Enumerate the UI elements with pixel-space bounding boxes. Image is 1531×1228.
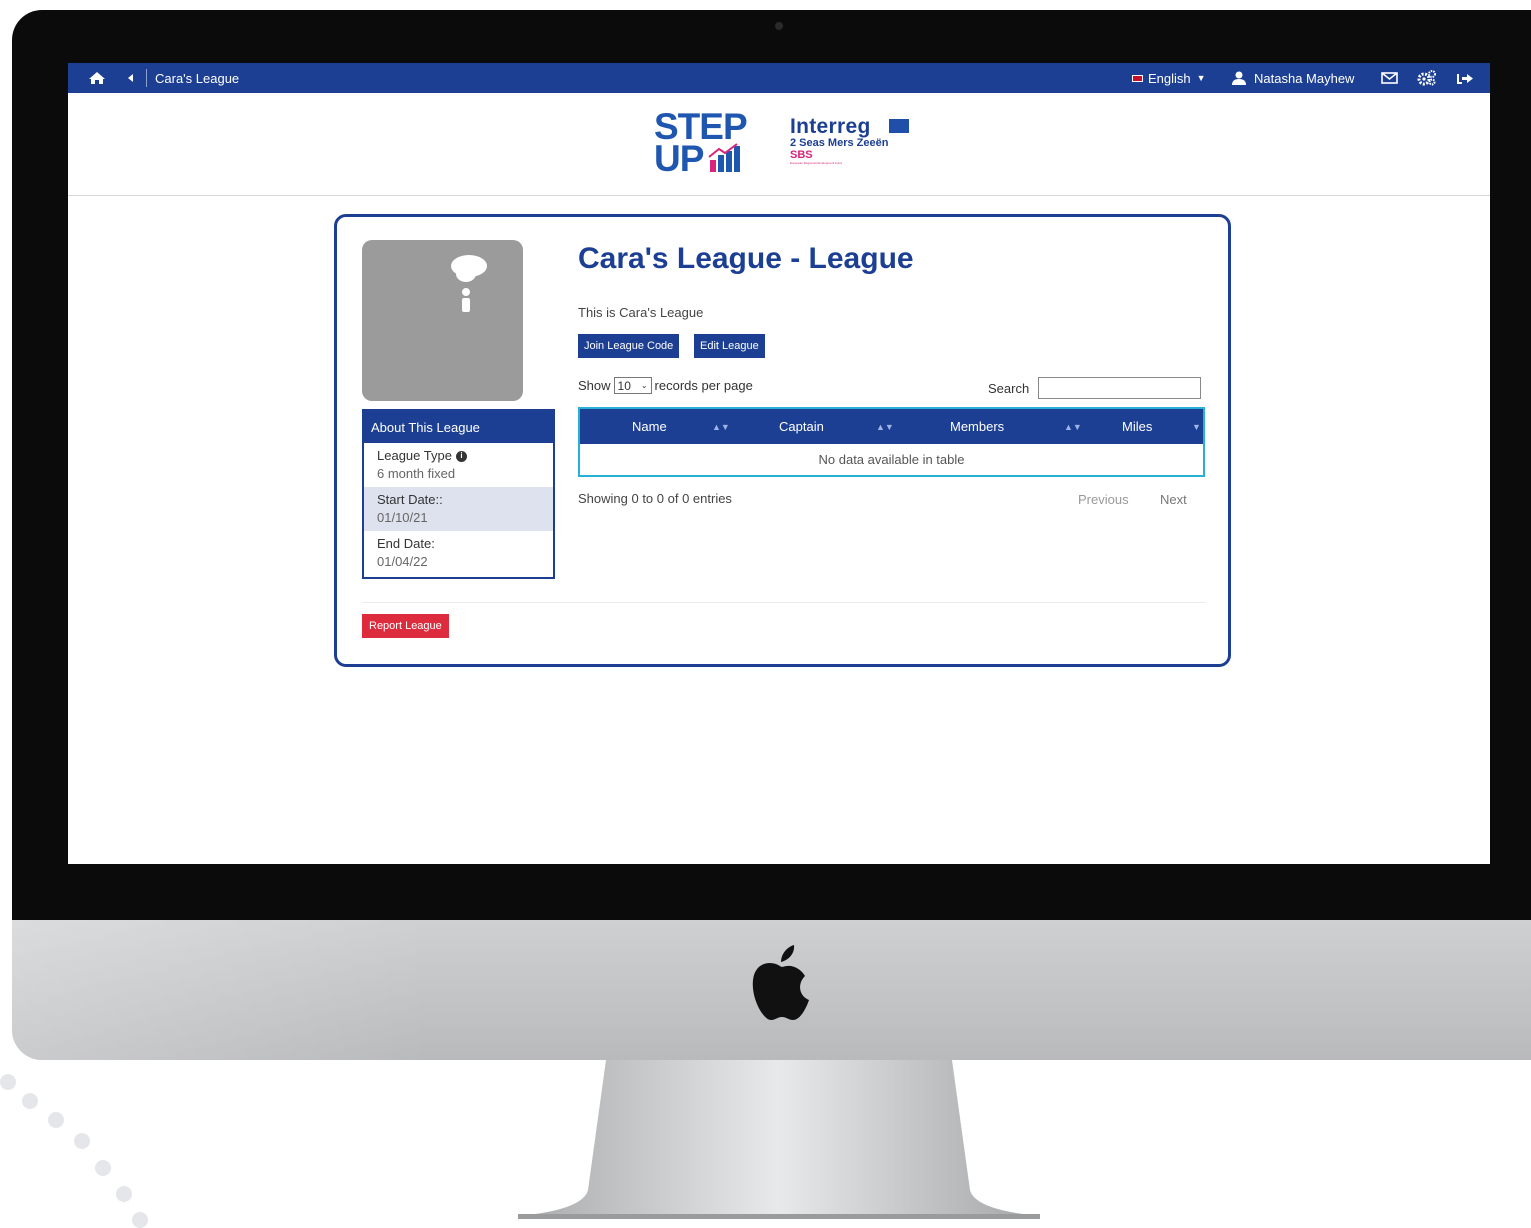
about-value: 01/10/21	[377, 510, 428, 525]
search-label: Search	[988, 381, 1030, 396]
pagination-previous[interactable]: Previous	[1078, 492, 1129, 507]
about-row-league-type: League Type i 6 month fixed	[364, 443, 553, 487]
envelope-icon[interactable]	[1381, 63, 1398, 93]
cogs-icon[interactable]	[1417, 63, 1437, 93]
about-value: 6 month fixed	[377, 466, 456, 481]
bar-chart-logo-icon	[708, 143, 741, 172]
column-header-name[interactable]: Name	[632, 409, 667, 444]
breadcrumb-divider	[146, 69, 147, 87]
about-row-start-date: Start Date:: 01/10/21	[364, 487, 553, 531]
pagination-next[interactable]: Next	[1160, 492, 1187, 507]
language-selector[interactable]: English ▼	[1132, 63, 1206, 93]
header-logos: STEP UP Interreg 2 Seas Mers Zeeën SBS E…	[68, 93, 1490, 196]
table-info: Showing 0 to 0 of 0 entries	[578, 491, 732, 506]
user-name: Natasha Mayhew	[1254, 70, 1355, 86]
app-screen: Cara's League English ▼ Natasha Mayhew S…	[68, 63, 1490, 864]
join-league-code-button[interactable]: Join League Code	[578, 334, 680, 358]
back-icon[interactable]	[127, 63, 135, 93]
edit-league-button[interactable]: Edit League	[694, 334, 765, 358]
info-icon[interactable]: i	[455, 450, 467, 462]
sort-icon[interactable]: ▲▼	[712, 409, 730, 444]
table-header: Name ▲▼ Captain ▲▼ Members ▲▼ Miles ▼	[580, 409, 1203, 444]
members-table: Name ▲▼ Captain ▲▼ Members ▲▼ Miles ▼ No…	[578, 407, 1205, 477]
chevron-down-icon: ⌄	[640, 381, 648, 390]
user-icon	[1232, 71, 1246, 85]
language-label: English	[1148, 70, 1191, 86]
chin-highlight	[12, 920, 432, 1060]
interreg-program: SBS	[790, 149, 813, 161]
show-label: Show	[578, 378, 611, 393]
league-description: This is Cara's League	[578, 305, 704, 320]
league-card: About This League League Type i 6 month …	[334, 214, 1231, 667]
caret-down-icon: ▼	[1196, 73, 1206, 83]
camera-dot	[775, 22, 783, 30]
column-header-captain[interactable]: Captain	[779, 409, 824, 444]
records-per-page-value: 10	[617, 378, 631, 393]
about-label: End Date:	[377, 536, 435, 551]
top-nav-bar: Cara's League English ▼ Natasha Mayhew	[68, 63, 1490, 93]
sort-icon[interactable]: ▲▼	[1064, 409, 1082, 444]
records-per-page-select[interactable]: 10 ⌄	[613, 377, 652, 394]
page-title: Cara's League - League	[578, 242, 914, 275]
monitor-stand	[518, 1060, 1040, 1219]
uk-flag-icon	[1132, 74, 1143, 82]
home-icon[interactable]	[88, 63, 106, 93]
sign-out-icon[interactable]	[1457, 63, 1474, 93]
divider	[362, 602, 1205, 603]
league-placeholder-icon	[451, 255, 487, 312]
breadcrumb[interactable]: Cara's League	[155, 63, 239, 93]
about-league-panel: About This League League Type i 6 month …	[362, 409, 555, 579]
interreg-fund: European Regional Development Fund	[790, 161, 842, 165]
records-per-page-label: records per page	[654, 378, 753, 393]
apple-logo-icon	[752, 945, 809, 1020]
page-length-control: Show 10 ⌄ records per page	[578, 377, 753, 394]
about-heading: About This League	[364, 411, 553, 443]
about-label: League Type	[377, 448, 452, 463]
eu-flag-icon	[889, 119, 909, 133]
league-image	[362, 240, 523, 401]
about-label: Start Date::	[377, 492, 443, 507]
search-input[interactable]	[1038, 377, 1201, 399]
column-header-miles[interactable]: Miles	[1122, 409, 1152, 444]
report-league-button[interactable]: Report League	[362, 614, 449, 638]
interreg-logo: Interreg 2 Seas Mers Zeeën SBS European …	[790, 115, 920, 185]
sort-icon[interactable]: ▲▼	[876, 409, 894, 444]
interreg-subtitle: 2 Seas Mers Zeeën	[790, 137, 889, 149]
user-menu[interactable]: Natasha Mayhew	[1231, 63, 1354, 93]
step-logo-line2: UP	[654, 138, 704, 179]
sort-desc-icon[interactable]: ▼	[1192, 409, 1201, 444]
about-row-end-date: End Date: 01/04/22	[364, 531, 553, 575]
column-header-members[interactable]: Members	[950, 409, 1004, 444]
table-empty-row: No data available in table	[818, 452, 965, 467]
step-up-logo: STEP UP	[654, 108, 748, 179]
about-value: 01/04/22	[377, 554, 428, 569]
